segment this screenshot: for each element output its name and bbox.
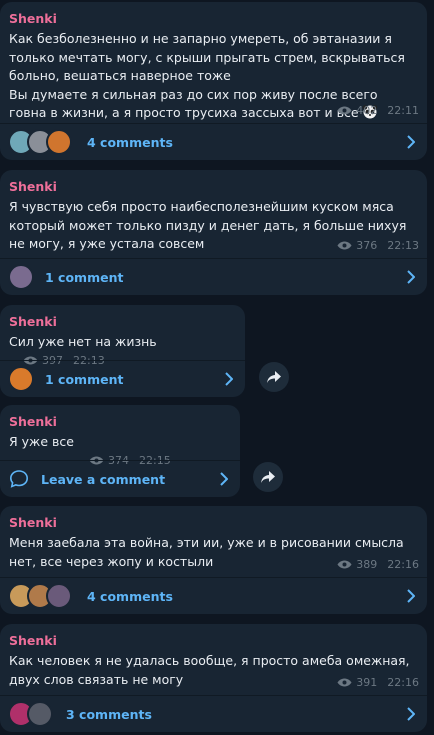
chevron-right-icon bbox=[220, 472, 228, 486]
share-arrow-icon bbox=[261, 471, 275, 483]
message-meta: 376 22:13 bbox=[337, 239, 419, 252]
comment-bubble-icon bbox=[9, 470, 29, 488]
commenter-avatars bbox=[8, 583, 72, 609]
message-meta: 391 22:16 bbox=[337, 676, 419, 689]
commenter-avatars bbox=[8, 366, 34, 392]
comments-button[interactable]: 4 comments bbox=[0, 123, 427, 160]
post-time: 22:11 bbox=[387, 104, 419, 117]
comments-label: 1 comment bbox=[45, 269, 124, 285]
message-meta: 389 22:16 bbox=[337, 558, 419, 571]
comments-label: Leave a comment bbox=[41, 471, 166, 487]
post-time: 22:13 bbox=[387, 239, 419, 252]
comments-label: 4 comments bbox=[87, 588, 173, 604]
view-count: 391 bbox=[356, 676, 378, 689]
comments-label: 1 comment bbox=[45, 371, 124, 387]
commenter-avatars bbox=[8, 129, 72, 155]
comments-button[interactable]: 4 comments bbox=[0, 577, 427, 614]
post-time: 22:16 bbox=[387, 558, 419, 571]
avatar bbox=[8, 264, 34, 290]
message-post: Shenki Как безболезненно и не запарно ум… bbox=[0, 2, 427, 160]
message-post: Shenki Как человек я не удалась вообще, … bbox=[0, 624, 427, 732]
author-name: Shenki bbox=[9, 179, 57, 194]
views-eye-icon bbox=[337, 678, 352, 687]
comments-button[interactable]: 1 comment bbox=[0, 360, 245, 397]
author-name: Shenki bbox=[9, 11, 57, 26]
views-eye-icon bbox=[337, 106, 352, 115]
avatar bbox=[8, 366, 34, 392]
message-meta: 402 22:11 bbox=[337, 104, 419, 117]
chevron-right-icon bbox=[407, 135, 415, 149]
author-name: Shenki bbox=[9, 414, 57, 429]
view-count: 376 bbox=[356, 239, 378, 252]
share-button[interactable] bbox=[253, 462, 283, 492]
commenter-avatars bbox=[8, 264, 34, 290]
comments-button[interactable]: 1 comment bbox=[0, 258, 427, 295]
avatar bbox=[46, 583, 72, 609]
view-count: 389 bbox=[356, 558, 378, 571]
avatar bbox=[46, 129, 72, 155]
message-post: Shenki Сил уже нет на жизнь 397 22:13 1 co… bbox=[0, 305, 245, 397]
chevron-right-icon bbox=[407, 589, 415, 603]
author-name: Shenki bbox=[9, 314, 57, 329]
view-count: 402 bbox=[356, 104, 378, 117]
channel-feed: Shenki Как безболезненно и не запарно ум… bbox=[0, 0, 434, 735]
avatar bbox=[27, 701, 53, 727]
views-eye-icon bbox=[337, 241, 352, 250]
commenter-avatars bbox=[8, 701, 53, 727]
leave-comment-button[interactable]: Leave a comment bbox=[0, 460, 240, 497]
share-arrow-icon bbox=[267, 371, 281, 383]
author-name: Shenki bbox=[9, 515, 57, 530]
post-time: 22:16 bbox=[387, 676, 419, 689]
share-button[interactable] bbox=[259, 362, 289, 392]
chevron-right-icon bbox=[407, 270, 415, 284]
author-name: Shenki bbox=[9, 633, 57, 648]
views-eye-icon bbox=[337, 560, 352, 569]
comments-button[interactable]: 3 comments bbox=[0, 695, 427, 732]
chevron-right-icon bbox=[225, 372, 233, 386]
message-post: Shenki Меня заебала эта война, эти ии, у… bbox=[0, 506, 427, 614]
message-post: Shenki Я чувствую себя просто наибесполе… bbox=[0, 170, 427, 295]
comments-label: 4 comments bbox=[87, 134, 173, 150]
comments-label: 3 comments bbox=[66, 706, 152, 722]
message-post: Shenki Я уже все 374 22:15 Leave a comment bbox=[0, 405, 240, 497]
chevron-right-icon bbox=[407, 707, 415, 721]
